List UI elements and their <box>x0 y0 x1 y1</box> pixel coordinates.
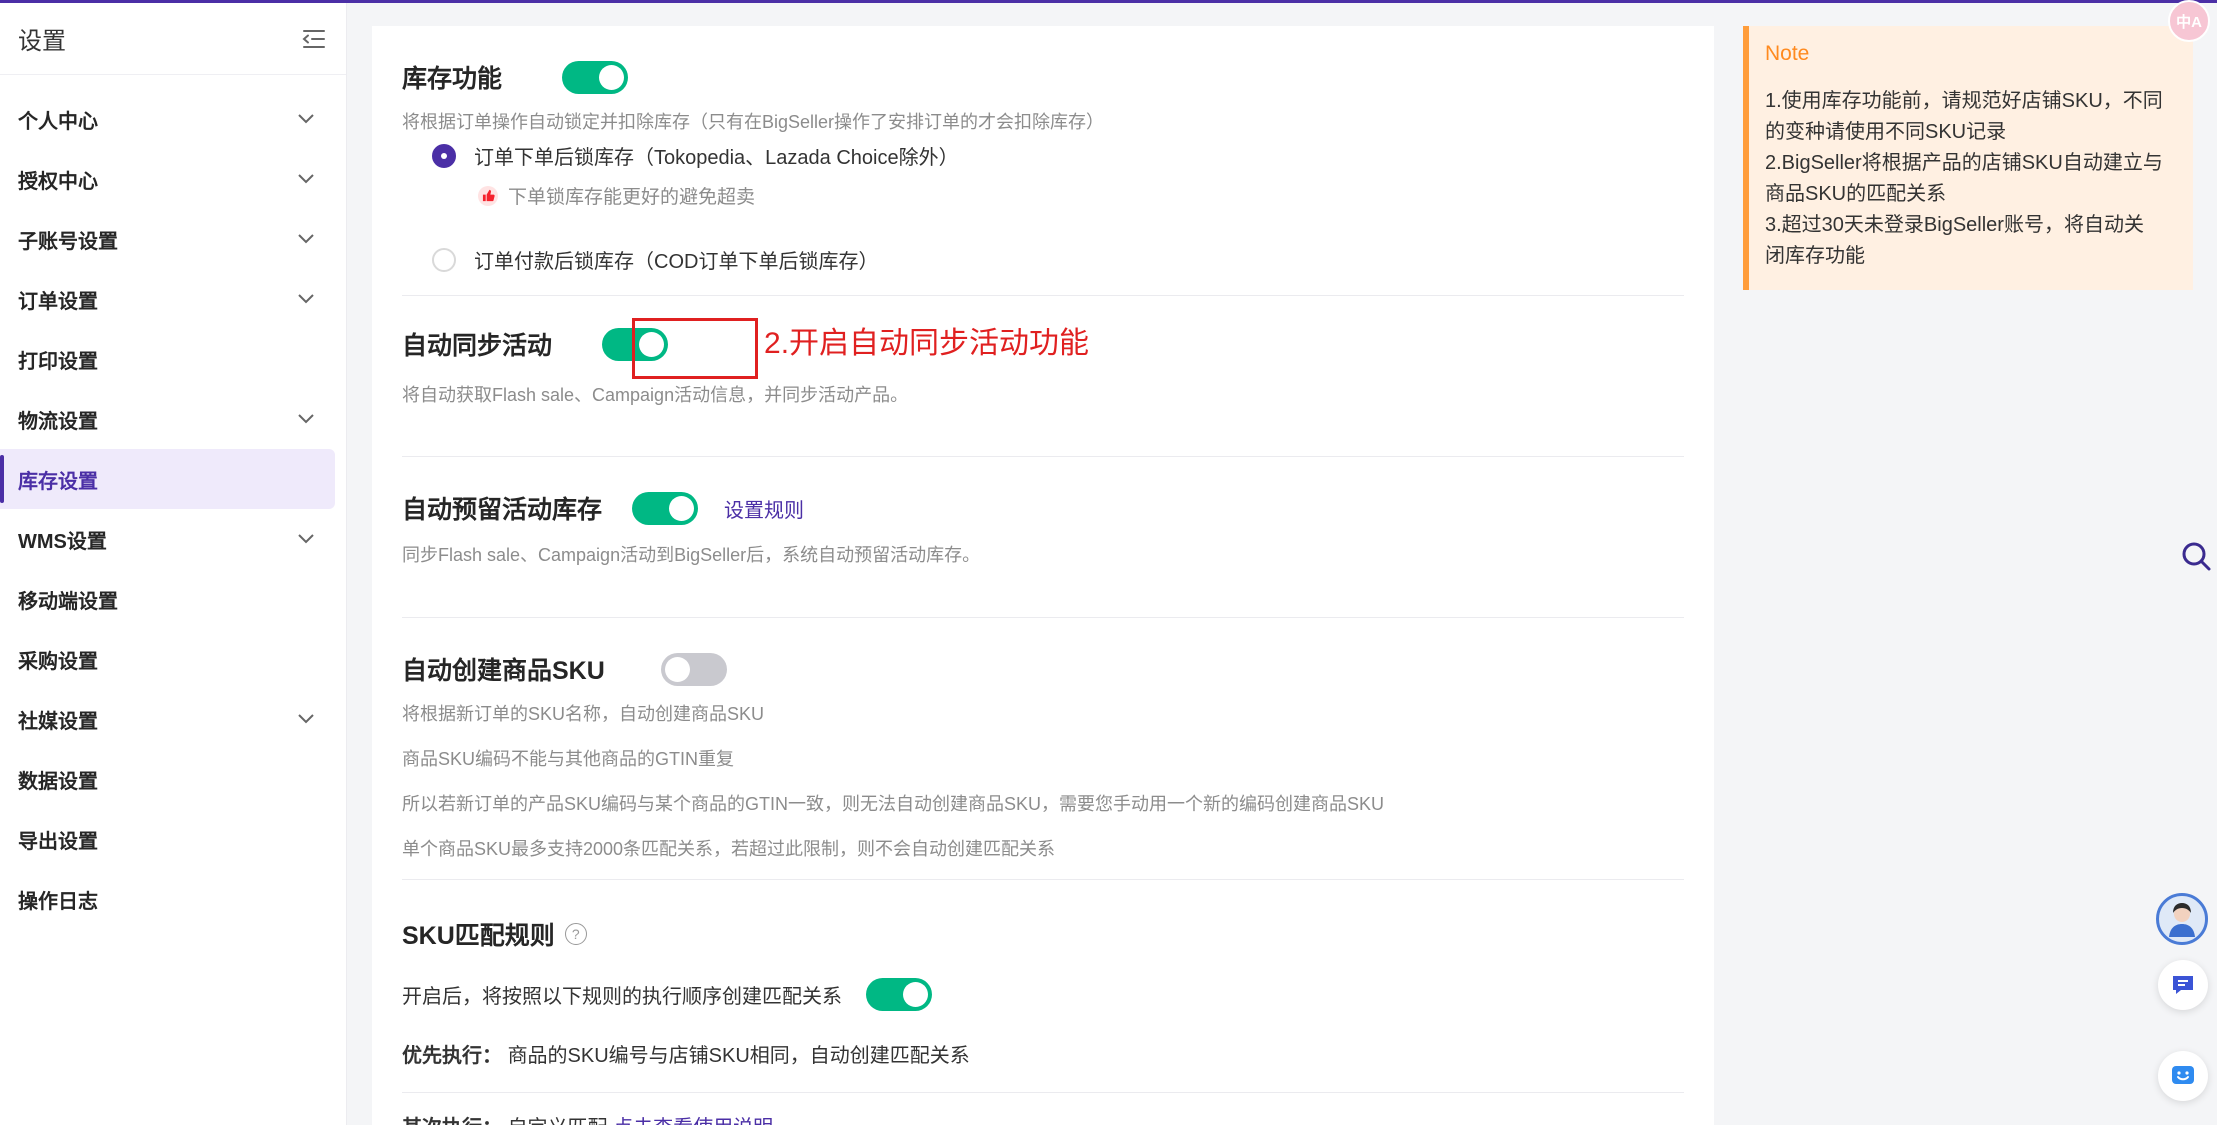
sidebar-item-label: 打印设置 <box>18 350 98 373</box>
usage-guide-link[interactable]: 点击查看使用说明 <box>613 1117 773 1125</box>
sidebar-header: 设置 <box>0 3 346 75</box>
translate-icon[interactable]: 中A <box>2168 0 2210 42</box>
note-title: Note <box>1765 42 1810 65</box>
sidebar-item-label: 子账号设置 <box>18 230 118 253</box>
note-panel: Note 1.使用库存功能前，请规范好店铺SKU，不同 的变种请使用不同SKU记… <box>1743 26 2193 290</box>
auto-create-sku-section: 自动创建商品SKU 将根据新订单的SKU名称，自动创建商品SKU 商品SKU编码… <box>402 618 1684 880</box>
sidebar-title: 设置 <box>18 28 66 55</box>
sidebar-item-label: 授权中心 <box>18 170 98 193</box>
sidebar-item-label: 操作日志 <box>18 890 98 913</box>
sidebar-item-label: 物流设置 <box>18 410 98 433</box>
inventory-settings-panel: 库存功能 将根据订单操作自动锁定并扣除库存（只有在BigSeller操作了安排订… <box>372 26 1714 1125</box>
sidebar-item[interactable]: 打印设置 <box>0 329 346 389</box>
note-line: 闭库存功能 <box>1765 245 1865 267</box>
auto-create-sku-desc-1: 将根据新订单的SKU名称，自动创建商品SKU <box>402 704 765 724</box>
auto-create-sku-toggle[interactable] <box>660 652 727 686</box>
auto-reserve-title: 自动预留活动库存 <box>402 496 603 524</box>
auto-sync-annotation: 2.开启自动同步活动功能 <box>764 327 1090 360</box>
chevron-down-icon <box>296 709 316 729</box>
lock-on-payment-radio[interactable] <box>432 247 456 272</box>
lock-on-order-label: 订单下单后锁库存（Tokopedia、Lazada Choice除外） <box>474 147 959 169</box>
chat-icon[interactable] <box>2158 960 2208 1010</box>
lock-on-order-option[interactable]: 订单下单后锁库存（Tokopedia、Lazada Choice除外） <box>432 141 1684 170</box>
sidebar-item-label: 采购设置 <box>18 650 98 673</box>
note-line: 3.超过30天未登录BigSeller账号，将自动关 <box>1765 214 2144 236</box>
auto-reserve-section: 自动预留活动库存 设置规则 同步Flash sale、Campaign活动到Bi… <box>402 457 1684 618</box>
second-text: 自定义匹配 <box>508 1117 608 1125</box>
note-line: 1.使用库存功能前，请规范好店铺SKU，不同 <box>1765 90 2163 112</box>
priority-label: 优先执行： <box>402 1045 502 1067</box>
inventory-function-toggle[interactable] <box>562 60 629 94</box>
help-icon[interactable]: ? <box>564 923 587 945</box>
sidebar-item[interactable]: 采购设置 <box>0 629 346 689</box>
translate-icon-label: 中A <box>2176 13 2202 31</box>
auto-sync-section: 自动同步活动 2.开启自动同步活动功能 将自动获取Flash sale、Camp… <box>402 296 1684 457</box>
inventory-function-section: 库存功能 将根据订单操作自动锁定并扣除库存（只有在BigSeller操作了安排订… <box>402 26 1684 296</box>
auto-create-sku-desc-3: 所以若新订单的产品SKU编码与某个商品的GTIN一致，则无法自动创建商品SKU，… <box>402 794 1385 814</box>
sidebar-item-label: WMS设置 <box>18 530 107 553</box>
auto-sync-highlight-box <box>632 318 758 379</box>
auto-reserve-toggle[interactable] <box>632 491 699 525</box>
lock-on-payment-label: 订单付款后锁库存（COD订单下单后锁库存） <box>474 251 879 273</box>
sidebar-item[interactable]: 移动端设置 <box>0 569 346 629</box>
sidebar-item[interactable]: 授权中心 <box>0 149 346 209</box>
lock-on-order-tip: 下单锁库存能更好的避免超卖 <box>508 187 756 208</box>
sidebar-item-label: 库存设置 <box>18 470 98 493</box>
sidebar-item-label: 数据设置 <box>18 770 98 793</box>
sku-match-enable-text: 开启后，将按照以下规则的执行顺序创建匹配关系 <box>402 986 842 1008</box>
inventory-function-desc: 将根据订单操作自动锁定并扣除库存（只有在BigSeller操作了安排订单的才会扣… <box>402 112 1105 132</box>
chevron-down-icon <box>296 409 316 429</box>
search-icon[interactable] <box>2178 538 2214 574</box>
chevron-down-icon <box>296 229 316 249</box>
set-rules-link[interactable]: 设置规则 <box>724 494 804 523</box>
priority-text: 商品的SKU编号与店铺SKU相同，自动创建匹配关系 <box>507 1045 970 1067</box>
sidebar-item[interactable]: 操作日志 <box>0 869 346 929</box>
sidebar-item[interactable]: 个人中心 <box>0 89 346 149</box>
auto-sync-desc: 将自动获取Flash sale、Campaign活动信息，并同步活动产品。 <box>402 385 909 405</box>
note-line: 的变种请使用不同SKU记录 <box>1765 121 2007 143</box>
sku-match-section: SKU匹配规则 ? 开启后，将按照以下规则的执行顺序创建匹配关系 优先执行： 商… <box>402 880 1684 1125</box>
sidebar-item[interactable]: 库存设置 <box>0 449 335 509</box>
auto-create-sku-desc-4: 单个商品SKU最多支持2000条匹配关系，若超过此限制，则不会自动创建匹配关系 <box>402 839 1056 859</box>
sku-match-title: SKU匹配规则 <box>402 922 555 950</box>
sidebar-item[interactable]: 物流设置 <box>0 389 346 449</box>
auto-create-sku-title: 自动创建商品SKU <box>402 657 605 685</box>
inventory-function-title: 库存功能 <box>402 65 503 93</box>
second-label: 其次执行： <box>402 1117 502 1125</box>
note-line: 2.BigSeller将根据产品的店铺SKU自动建立与 <box>1765 152 2163 174</box>
sidebar-item[interactable]: 子账号设置 <box>0 209 346 269</box>
collapse-menu-icon[interactable] <box>300 25 328 53</box>
auto-sync-title: 自动同步活动 <box>402 332 553 360</box>
sidebar-item-label: 个人中心 <box>18 110 98 133</box>
sidebar-item[interactable]: WMS设置 <box>0 509 346 569</box>
note-line: 商品SKU的匹配关系 <box>1765 183 1947 205</box>
auto-create-sku-desc-2: 商品SKU编码不能与其他商品的GTIN重复 <box>402 749 735 769</box>
sidebar-item[interactable]: 社媒设置 <box>0 689 346 749</box>
settings-sidebar: 设置 个人中心授权中心子账号设置订单设置打印设置物流设置库存设置 WMS设置移动端… <box>0 3 347 1125</box>
sidebar-item[interactable]: 数据设置 <box>0 749 346 809</box>
sidebar-item-label: 移动端设置 <box>18 590 118 613</box>
chevron-down-icon <box>296 169 316 189</box>
sidebar-item-label: 社媒设置 <box>18 710 98 733</box>
chevron-down-icon <box>296 529 316 549</box>
sidebar-menu: 个人中心授权中心子账号设置订单设置打印设置物流设置库存设置 WMS设置移动端设置采… <box>0 75 346 929</box>
sku-match-toggle[interactable] <box>866 978 932 1011</box>
support-agent-avatar-icon[interactable] <box>2156 893 2208 945</box>
chevron-down-icon <box>296 289 316 309</box>
thumbs-up-icon <box>478 185 498 206</box>
sidebar-item-label: 订单设置 <box>18 290 98 313</box>
sidebar-item-label: 导出设置 <box>18 830 98 853</box>
sidebar-item[interactable]: 导出设置 <box>0 809 346 869</box>
chevron-down-icon <box>296 109 316 129</box>
lock-on-order-radio[interactable] <box>432 143 456 168</box>
sidebar-item[interactable]: 订单设置 <box>0 269 346 329</box>
feedback-smile-icon[interactable] <box>2158 1051 2208 1101</box>
auto-reserve-desc: 同步Flash sale、Campaign活动到BigSeller后，系统自动预… <box>402 545 981 565</box>
lock-on-payment-option[interactable]: 订单付款后锁库存（COD订单下单后锁库存） <box>432 245 1684 274</box>
